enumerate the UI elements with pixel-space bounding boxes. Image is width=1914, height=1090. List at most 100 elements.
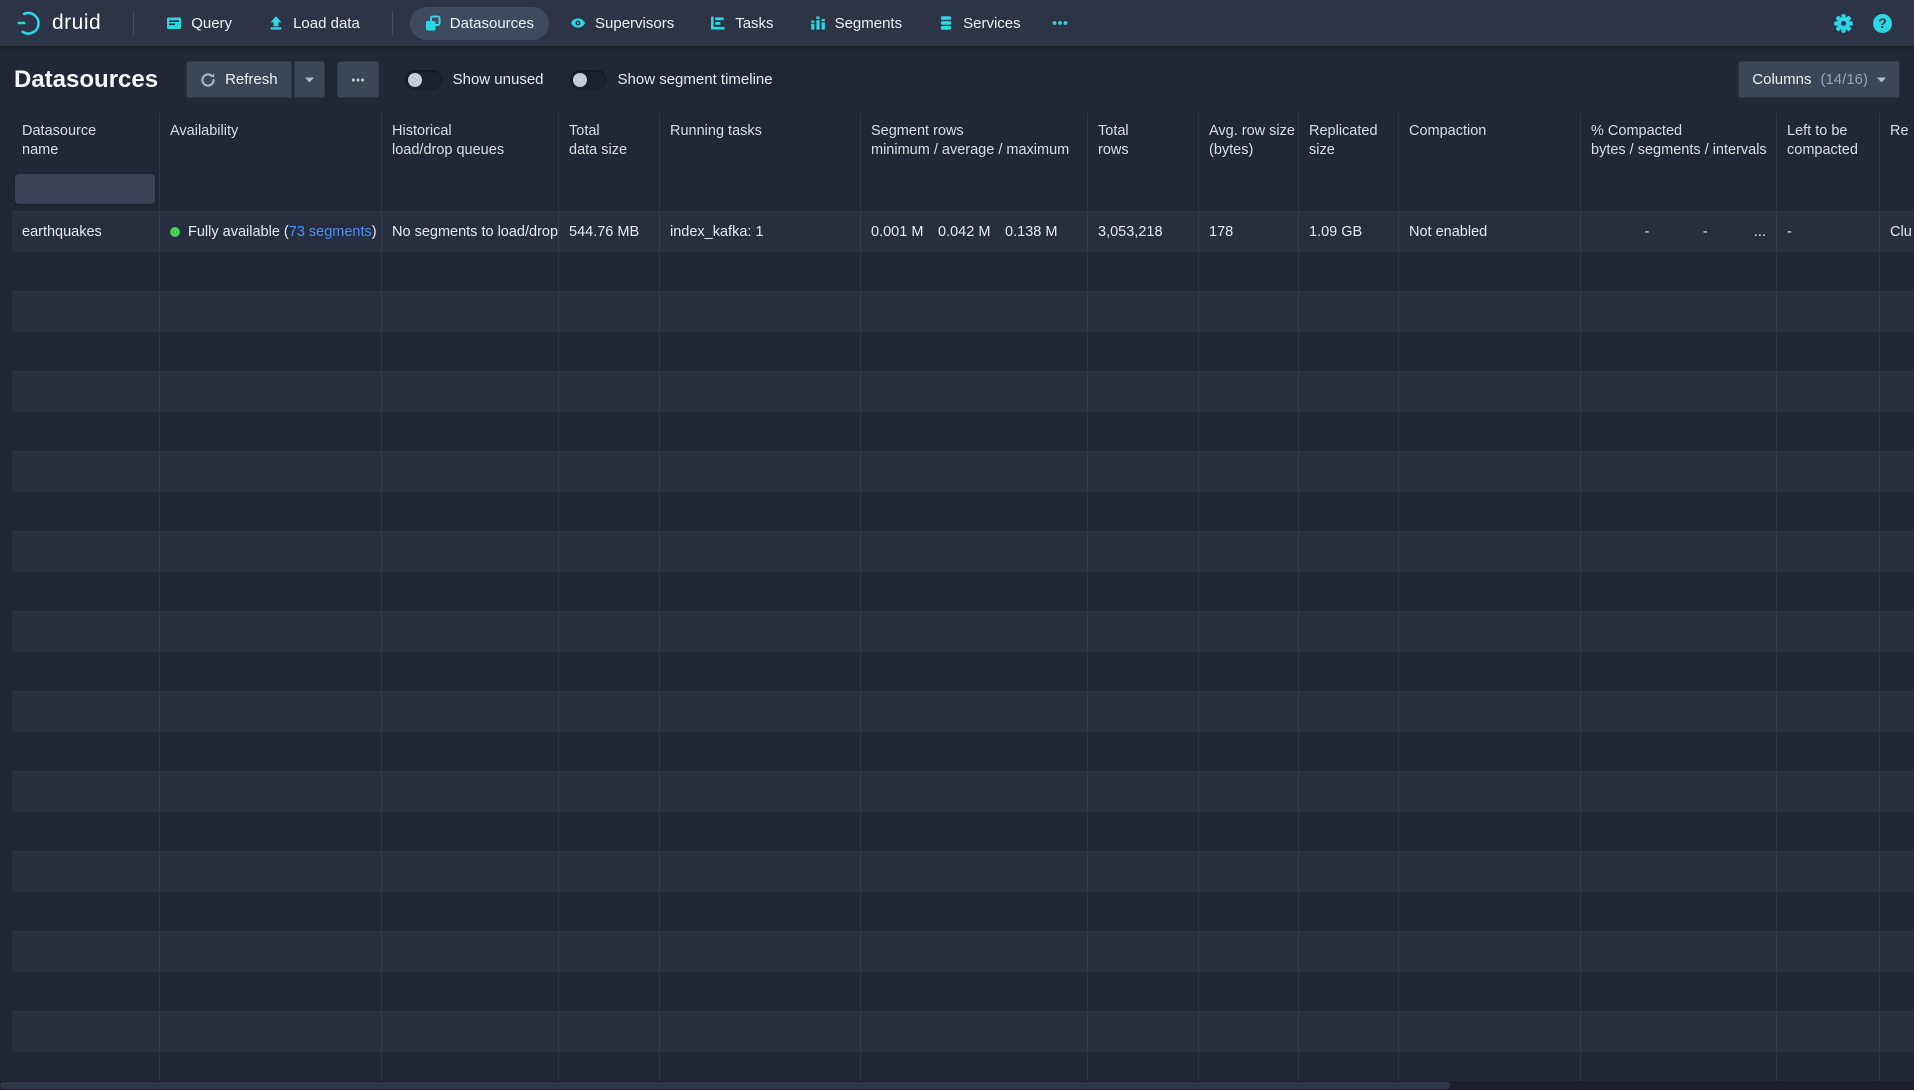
cell-replicated-size: 1.09 GB: [1299, 212, 1399, 251]
top-nav-bar: druid Query Load data Da: [0, 0, 1914, 46]
horizontal-scrollbar[interactable]: [0, 1081, 1914, 1090]
empty-table-row: [12, 811, 1914, 851]
query-icon: [166, 15, 182, 31]
empty-table-row: [12, 451, 1914, 491]
empty-table-row: [12, 651, 1914, 691]
empty-table-row: [12, 851, 1914, 891]
chevron-down-icon: [305, 77, 314, 83]
nav-item-tasks[interactable]: Tasks: [695, 7, 788, 40]
druid-logo[interactable]: druid: [16, 9, 101, 37]
datasources-table: Datasourcename Availability Historicallo…: [0, 113, 1914, 1090]
nav-item-label: Query: [191, 15, 232, 32]
chevron-down-icon: [1877, 77, 1886, 83]
column-header-total-data-size[interactable]: Totaldata size: [559, 113, 660, 166]
cell-compaction: Not enabled: [1399, 212, 1581, 251]
cell-segment-rows: 0.001 M 0.042 M 0.138 M: [861, 212, 1088, 251]
cell-total-data-size: 544.76 MB: [559, 212, 660, 251]
show-segment-timeline-label: Show segment timeline: [618, 71, 773, 88]
page-title: Datasources: [14, 66, 158, 94]
refresh-button[interactable]: Refresh: [186, 61, 292, 98]
gantt-icon: [710, 15, 726, 31]
load-data-icon: [268, 15, 284, 31]
cell-running-tasks: index_kafka: 1: [660, 212, 861, 251]
stacked-chart-icon: [810, 15, 826, 31]
refresh-interval-caret-button[interactable]: [294, 61, 325, 98]
columns-count: (14/16): [1820, 71, 1868, 88]
nav-item-label: Services: [963, 15, 1021, 32]
column-header-availability[interactable]: Availability: [160, 113, 382, 166]
empty-table-row: [12, 531, 1914, 571]
empty-table-row: [12, 691, 1914, 731]
table-body: earthquakes Fully available (73 segments…: [0, 211, 1914, 1090]
segments-count-link[interactable]: 73 segments: [289, 213, 372, 251]
empty-table-row: [12, 611, 1914, 651]
columns-picker-button[interactable]: Columns (14/16): [1738, 61, 1900, 98]
cell-total-rows: 3,053,218: [1088, 212, 1199, 251]
empty-table-row: [12, 1011, 1914, 1051]
nav-item-label: Tasks: [735, 15, 773, 32]
column-header-running-tasks[interactable]: Running tasks: [660, 113, 861, 166]
empty-table-row: [12, 571, 1914, 611]
columns-label: Columns: [1752, 71, 1811, 88]
nav-item-label: Load data: [293, 15, 360, 32]
nav-divider: [133, 11, 134, 35]
column-header-replicated-size[interactable]: Replicatedsize: [1299, 113, 1399, 166]
column-header-pct-compacted[interactable]: % Compactedbytes / segments / intervals: [1581, 113, 1777, 166]
datasources-icon: [425, 15, 441, 31]
availability-status-dot: [170, 227, 180, 237]
refresh-icon: [200, 72, 216, 88]
column-header-compaction[interactable]: Compaction: [1399, 113, 1581, 166]
table-header-row: Datasourcename Availability Historicallo…: [12, 113, 1914, 166]
empty-table-row: [12, 931, 1914, 971]
empty-table-row: [12, 291, 1914, 331]
horizontal-scrollbar-thumb[interactable]: [0, 1082, 1450, 1089]
nav-item-query[interactable]: Query: [151, 7, 247, 40]
cell-left-to-be-compacted: -: [1777, 212, 1880, 251]
cell-retention: Clu: [1880, 212, 1914, 251]
empty-table-row: [12, 331, 1914, 371]
nav-item-datasources[interactable]: Datasources: [410, 7, 549, 40]
column-header-datasource-name[interactable]: Datasourcename: [12, 113, 160, 166]
datasource-name-filter-input[interactable]: [15, 174, 155, 204]
empty-table-row: [12, 891, 1914, 931]
empty-table-row: [12, 251, 1914, 291]
database-icon: [938, 15, 954, 31]
column-header-avg-row-size[interactable]: Avg. row size(bytes): [1199, 113, 1299, 166]
empty-table-row: [12, 971, 1914, 1011]
show-unused-label: Show unused: [453, 71, 544, 88]
brand-name: druid: [52, 11, 101, 35]
nav-divider: [392, 11, 393, 35]
column-header-segment-rows[interactable]: Segment rowsminimum / average / maximum: [861, 113, 1088, 166]
nav-more-icon[interactable]: [1039, 7, 1081, 39]
nav-item-services[interactable]: Services: [923, 7, 1036, 40]
refresh-label: Refresh: [225, 71, 278, 88]
nav-item-label: Segments: [835, 15, 903, 32]
help-icon[interactable]: ?: [1873, 14, 1892, 33]
empty-table-row: [12, 371, 1914, 411]
nav-item-load-data[interactable]: Load data: [253, 7, 375, 40]
datasource-row-earthquakes: earthquakes Fully available (73 segments…: [12, 211, 1914, 251]
column-header-historical-queues[interactable]: Historicalload/drop queues: [382, 113, 559, 166]
more-icon: [350, 73, 366, 87]
refresh-split-button: Refresh: [186, 61, 325, 98]
empty-table-row: [12, 491, 1914, 531]
empty-table-row: [12, 771, 1914, 811]
column-header-left-to-be-compacted[interactable]: Left to becompacted: [1777, 113, 1880, 166]
show-segment-timeline-toggle[interactable]: [570, 70, 607, 90]
cell-pct-compacted: - - ...: [1581, 212, 1777, 251]
nav-item-label: Supervisors: [595, 15, 674, 32]
show-unused-toggle[interactable]: [405, 70, 442, 90]
more-actions-button[interactable]: [337, 61, 379, 98]
nav-item-label: Datasources: [450, 15, 534, 32]
druid-logo-icon: [16, 9, 44, 37]
column-header-total-rows[interactable]: Totalrows: [1088, 113, 1199, 166]
nav-item-supervisors[interactable]: Supervisors: [555, 7, 689, 40]
settings-gear-icon[interactable]: [1834, 14, 1853, 33]
toolbar: Datasources Refresh Show unused Show seg…: [0, 46, 1914, 113]
empty-table-row: [12, 411, 1914, 451]
cell-datasource-name: earthquakes: [12, 212, 160, 251]
eye-icon: [570, 15, 586, 31]
nav-item-segments[interactable]: Segments: [795, 7, 918, 40]
column-header-retention[interactable]: Re: [1880, 113, 1914, 166]
empty-table-row: [12, 731, 1914, 771]
